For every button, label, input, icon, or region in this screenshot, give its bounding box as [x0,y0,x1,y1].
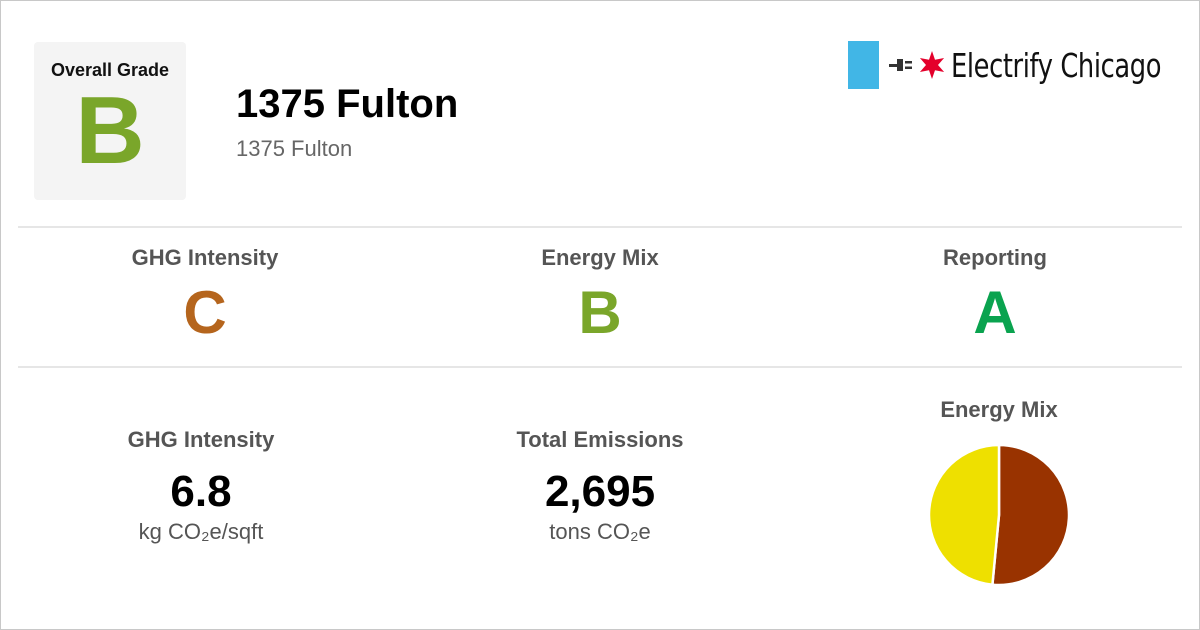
grade-value: A [973,279,1017,346]
stat-value: 6.8 [170,467,232,516]
stat-label: Total Emissions [516,427,684,452]
grade-energy-mix: Energy Mix B [400,245,800,345]
divider [18,366,1182,368]
building-address: 1375 Fulton [236,136,353,161]
building-name: 1375 Fulton [236,82,459,126]
grade-reporting: Reporting A [795,245,1195,345]
stat-ghg-intensity: GHG Intensity 6.8 kg CO₂e/sqft [1,427,401,545]
grade-label: Reporting [943,245,1047,270]
stat-unit: tons CO₂e [549,519,651,544]
stat-total-emissions: Total Emissions 2,695 tons CO₂e [400,427,800,545]
logo-text: Electrify Chicago [951,45,1162,85]
energy-mix-chart-title: Energy Mix [940,397,1058,422]
blue-stripe-icon [848,41,879,89]
electrify-chicago-logo[interactable]: Electrify Chicago [848,41,1200,89]
stat-unit: kg CO₂e/sqft [138,519,264,544]
divider [18,226,1182,228]
overall-grade-box: Overall Grade B [34,42,186,200]
grade-value: C [183,279,227,346]
energy-mix-chart-title-wrap: Energy Mix [799,397,1199,423]
chicago-star-icon [919,51,945,79]
grade-label: GHG Intensity [131,245,279,270]
energy-mix-pie-chart [927,443,1071,587]
stat-value: 2,695 [544,467,656,516]
plug-icon [889,59,912,71]
overall-grade: B [75,77,145,184]
grade-value: B [578,279,622,346]
grade-label: Energy Mix [541,245,659,270]
stat-label: GHG Intensity [127,427,275,452]
pie-slice-1 [927,443,1001,587]
pie-slice-0 [991,443,1071,587]
grade-ghg-intensity: GHG Intensity C [5,245,405,345]
